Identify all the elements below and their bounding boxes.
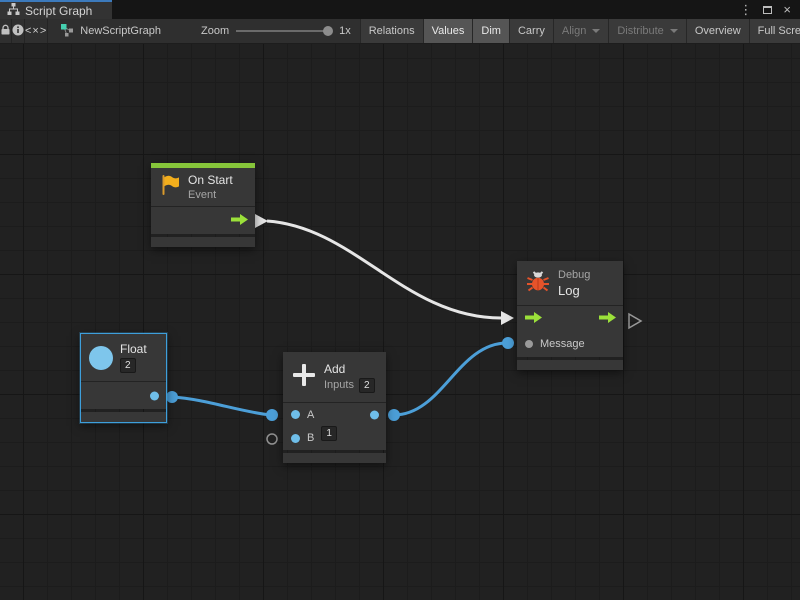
carry-button[interactable]: Carry — [509, 19, 553, 43]
overview-button[interactable]: Overview — [686, 19, 749, 43]
node-debug-log[interactable]: Debug Log Message — [517, 261, 623, 370]
graph-name-label: NewScriptGraph — [80, 25, 161, 37]
button-label: Overview — [695, 25, 741, 37]
flow-output-port[interactable] — [231, 214, 248, 228]
message-input-port[interactable] — [525, 340, 533, 348]
node-title: Log — [558, 283, 590, 298]
info-icon — [12, 24, 24, 39]
dim-button[interactable]: Dim — [472, 19, 509, 43]
maximize-icon[interactable] — [763, 6, 772, 14]
flow-output-port[interactable] — [599, 312, 616, 326]
graph-canvas[interactable]: On Start Event Float 2 — [0, 44, 800, 600]
port-row-b: B 1 — [283, 426, 386, 450]
value-output-port[interactable] — [150, 391, 159, 400]
info-button[interactable] — [12, 19, 25, 43]
zoom-slider[interactable] — [236, 30, 332, 32]
kebab-menu-icon[interactable]: ⋮ — [739, 3, 752, 16]
node-footer — [151, 237, 255, 247]
graph-asset-icon — [60, 23, 74, 40]
port-row-a: A — [283, 402, 386, 426]
button-label: Values — [432, 25, 465, 37]
node-category: Debug — [558, 269, 590, 281]
tab-bar-spacer — [112, 0, 730, 19]
distribute-dropdown-button[interactable]: Distribute — [608, 19, 685, 43]
tab-label: Script Graph — [25, 4, 92, 18]
node-header: Float 2 — [81, 334, 166, 381]
float-circle-icon — [89, 346, 113, 370]
values-button[interactable]: Values — [423, 19, 473, 43]
full-screen-button[interactable]: Full Screen — [749, 19, 800, 43]
value-wire-add-to-log-message[interactable] — [394, 343, 507, 415]
input-port-b[interactable] — [291, 434, 300, 443]
align-dropdown-button[interactable]: Align — [553, 19, 608, 43]
message-port-label: Message — [540, 338, 585, 350]
chevron-down-icon — [670, 29, 678, 33]
port-b-value-field[interactable]: 1 — [321, 426, 337, 441]
value-wire-float-to-add-a[interactable] — [172, 397, 271, 415]
input-port-a[interactable] — [291, 410, 300, 419]
toolbar-toggle-buttons: Relations Values Dim Carry Align Distrib… — [360, 19, 800, 43]
flow-wire-start-arrowhead — [255, 214, 268, 228]
node-header: On Start Event — [151, 168, 255, 206]
lock-icon — [0, 24, 11, 39]
node-footer — [81, 412, 166, 422]
node-on-start[interactable]: On Start Event — [151, 163, 255, 247]
zoom-label: Zoom — [201, 25, 229, 37]
relations-button[interactable]: Relations — [360, 19, 423, 43]
port-a-label: A — [307, 409, 314, 421]
flow-wire-end-arrowhead — [501, 311, 514, 325]
node-title: Float — [120, 342, 147, 356]
button-label: Relations — [369, 25, 415, 37]
float-value-field[interactable]: 2 — [120, 358, 136, 373]
node-add[interactable]: Add Inputs 2 A B 1 — [283, 352, 386, 463]
node-footer — [283, 453, 386, 463]
node-subtitle: Inputs — [324, 379, 354, 391]
window-tab-bar: Script Graph ⋮ × — [0, 0, 800, 19]
flow-port-row — [517, 305, 623, 331]
button-label: Dim — [481, 25, 501, 37]
tab-script-graph[interactable]: Script Graph — [0, 0, 112, 19]
flow-input-port[interactable] — [525, 312, 542, 326]
script-graph-icon — [7, 3, 20, 18]
port-b-label: B — [307, 432, 314, 444]
node-header: Debug Log — [517, 261, 623, 305]
node-float[interactable]: Float 2 — [80, 333, 167, 423]
button-label: Full Screen — [758, 25, 800, 37]
zoom-control: Zoom 1x — [201, 19, 351, 43]
value-output-port[interactable] — [370, 410, 379, 419]
zoom-slider-handle[interactable] — [323, 26, 333, 36]
node-title: Add — [324, 362, 375, 376]
node-footer — [517, 360, 623, 370]
message-port-row: Message — [517, 331, 623, 357]
code-view-button[interactable]: <×> — [25, 19, 48, 43]
flag-icon — [159, 174, 181, 201]
graph-breadcrumb[interactable]: NewScriptGraph — [48, 19, 173, 43]
button-label: Carry — [518, 25, 545, 37]
wire-endpoint-dot — [388, 409, 400, 421]
graph-toolbar: <×> NewScriptGraph Zoom 1x Relations Val… — [0, 19, 800, 44]
unconnected-input-hint-circle[interactable] — [267, 434, 277, 444]
window-controls: ⋮ × — [730, 0, 800, 19]
chevron-down-icon — [592, 29, 600, 33]
node-title: On Start — [188, 173, 233, 187]
node-subtitle: Event — [188, 189, 233, 201]
node-header: Add Inputs 2 — [283, 352, 386, 402]
inputs-count-field[interactable]: 2 — [359, 378, 375, 393]
plus-icon — [291, 362, 317, 393]
button-label: Distribute — [617, 25, 663, 37]
wire-endpoint-dot — [166, 391, 178, 403]
button-label: Align — [562, 25, 586, 37]
lock-button[interactable] — [0, 19, 12, 43]
wire-endpoint-dot — [266, 409, 278, 421]
code-view-icon: <×> — [25, 25, 47, 37]
wire-layer — [0, 44, 800, 600]
wire-endpoint-dot — [502, 337, 514, 349]
bug-icon — [525, 268, 551, 299]
node-port-row — [81, 381, 166, 409]
zoom-value: 1x — [339, 25, 351, 37]
close-icon[interactable]: × — [783, 3, 791, 16]
node-port-row — [151, 206, 255, 234]
flow-wire-onstart-to-log[interactable] — [267, 221, 501, 318]
unconnected-output-hint-triangle[interactable] — [629, 314, 641, 328]
